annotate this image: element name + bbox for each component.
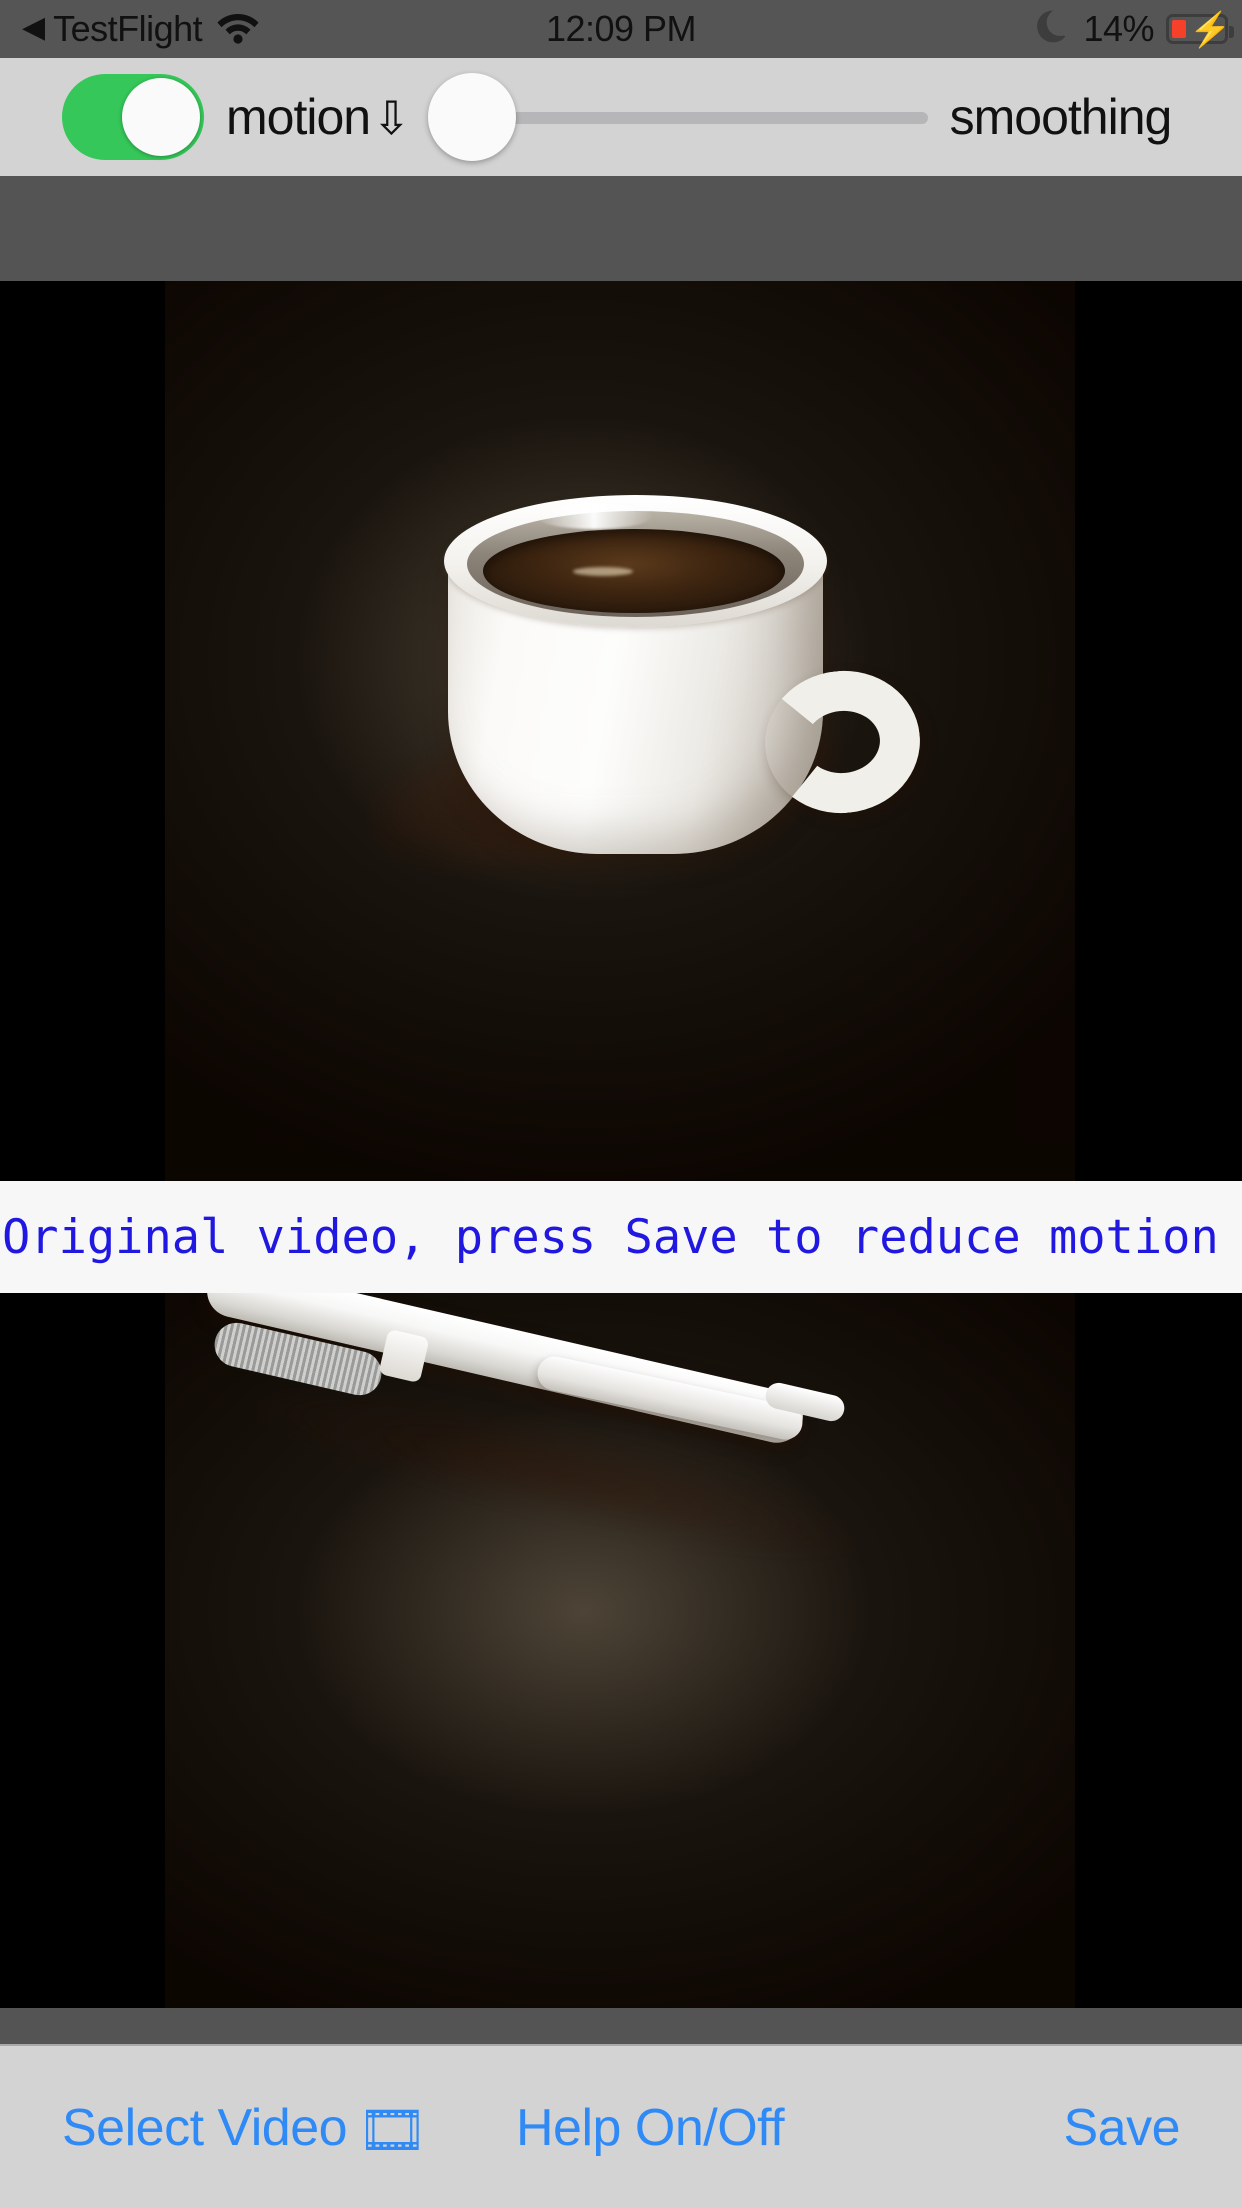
coffee-liquid	[483, 529, 785, 613]
battery-icon: ⚡	[1166, 11, 1234, 49]
select-video-label: Select Video	[62, 2099, 348, 2157]
app-screen: ◀ TestFlight 12:09 PM 14% ⚡ motion⇩ smoo…	[0, 0, 1242, 2208]
controls-bar: motion⇩ smoothing	[0, 58, 1242, 176]
caption-banner: Original video, press Save to reduce mot…	[0, 1181, 1242, 1293]
bottom-toolbar: Select Video 🎞 Help On/Off Save	[0, 2044, 1242, 2208]
do-not-disturb-moon-icon	[1037, 9, 1071, 50]
caption-text: Original video, press Save to reduce mot…	[2, 1209, 1219, 1265]
help-toggle-button[interactable]: Help On/Off	[516, 2046, 785, 2208]
coffee-highlight	[573, 567, 633, 576]
status-bar-clock: 12:09 PM	[545, 8, 697, 49]
toggle-knob	[122, 78, 200, 156]
mug-rim-highlight	[535, 503, 653, 529]
select-video-button[interactable]: Select Video 🎞	[62, 2046, 428, 2208]
motion-toggle-label: motion⇩	[226, 88, 411, 146]
bottom-spacer-band	[0, 2008, 1242, 2044]
motion-toggle-switch[interactable]	[62, 74, 204, 160]
down-arrow-icon: ⇩	[372, 92, 411, 144]
motion-label-text: motion	[226, 89, 371, 145]
status-bar-right: 14% ⚡	[1037, 0, 1234, 58]
slider-thumb[interactable]	[427, 73, 516, 161]
battery-percent-label: 14%	[1083, 8, 1154, 49]
original-video-preview[interactable]	[0, 281, 1242, 1181]
processed-video-preview[interactable]	[0, 1293, 1242, 2050]
battery-fill	[1172, 20, 1186, 38]
video-frame-top	[165, 281, 1075, 1181]
status-bar: ◀ TestFlight 12:09 PM 14% ⚡	[0, 0, 1242, 58]
smoothing-slider[interactable]	[427, 73, 928, 161]
film-frames-icon: 🎞	[357, 2098, 428, 2161]
smoothing-slider-label: smoothing	[949, 89, 1173, 145]
top-spacer-band	[0, 176, 1242, 281]
video-frame-bottom	[165, 1293, 1075, 2050]
lightning-bolt-icon: ⚡	[1189, 11, 1232, 49]
save-button[interactable]: Save	[1063, 2046, 1180, 2208]
